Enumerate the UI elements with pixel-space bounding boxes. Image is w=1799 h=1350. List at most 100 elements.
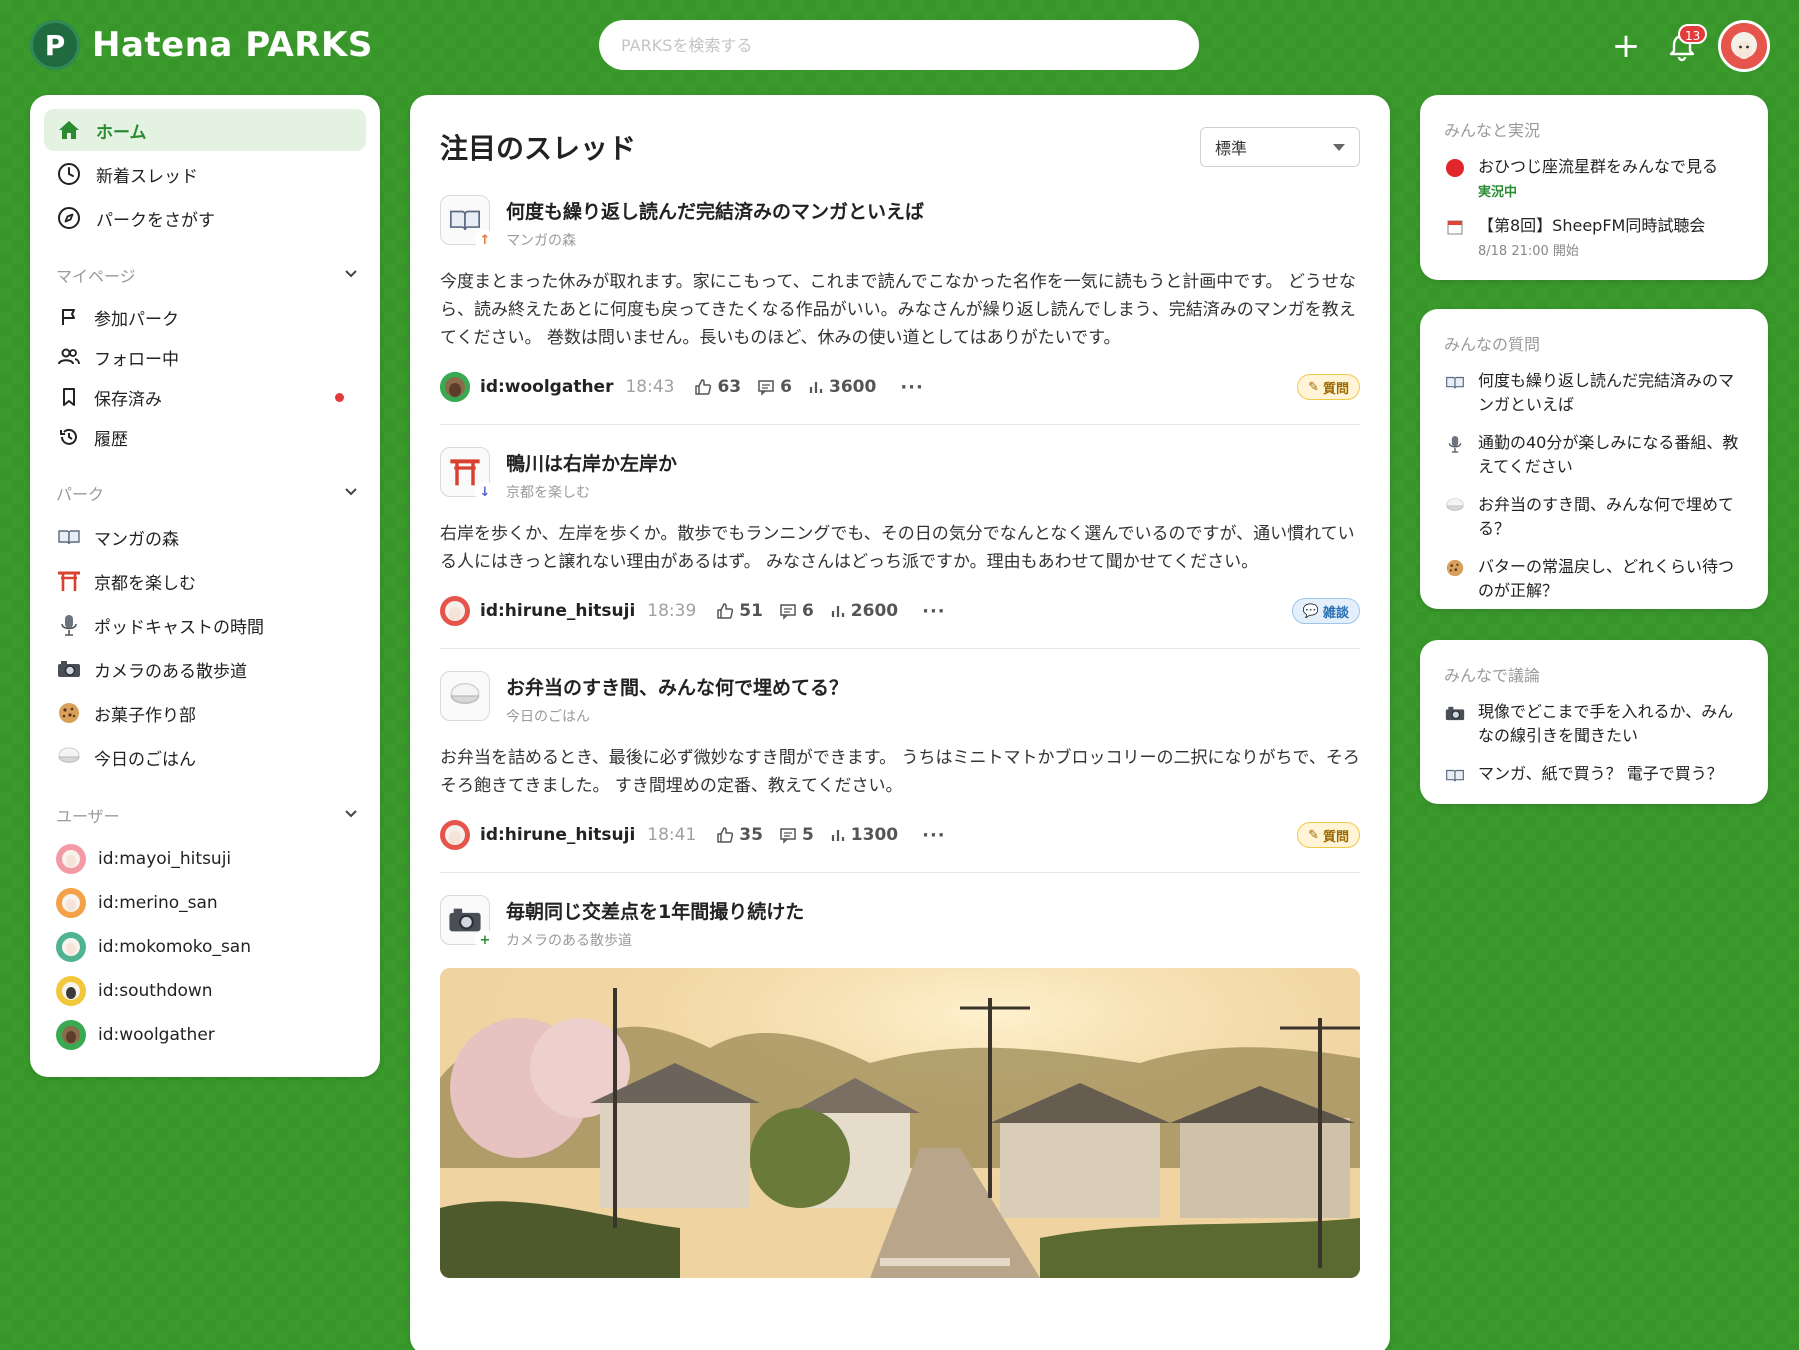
more-options-icon[interactable]: ··· (922, 825, 946, 846)
thread-title[interactable]: お弁当のすき間、みんな何で埋めてる？ (506, 673, 848, 700)
sidebar-item-park[interactable]: ポッドキャストの時間 (44, 603, 366, 647)
thread-time: 18:43 (625, 377, 675, 397)
like-button[interactable]: 63 (694, 377, 741, 397)
sidebar-item-joined-parks[interactable]: 参加パーク (44, 297, 366, 337)
tag-badge[interactable]: ✎ 質問 (1297, 374, 1360, 400)
thread-title[interactable]: 鴨川は右岸か左岸か (506, 449, 677, 476)
sidebar-item-park[interactable]: お菓子作り部 (44, 691, 366, 735)
sidebar-item-following[interactable]: フォロー中 (44, 337, 366, 377)
nav-new-threads[interactable]: 新着スレッド (44, 153, 366, 195)
search-input[interactable] (599, 20, 1199, 70)
tag-label: 質問 (1322, 381, 1349, 397)
sidebar-item-history[interactable]: 履歴 (44, 417, 366, 457)
sidebar-item-user[interactable]: id:southdown (44, 969, 366, 1013)
live-item-title: 【第8回】SheepFM同時試聴会 (1478, 216, 1706, 235)
bar-chart-icon (831, 606, 844, 617)
sidebar-item-park[interactable]: 今日のごはん (44, 735, 366, 779)
sort-value: 標準 (1215, 139, 1248, 158)
thread-title[interactable]: 毎朝同じ交差点を1年間撮り続けた (506, 897, 804, 924)
thread-item[interactable]: + 毎朝同じ交差点を1年間撮り続けた カメラのある散歩道 (440, 895, 1360, 1300)
sidebar-item-user[interactable]: id:mayoi_hitsuji (44, 837, 366, 881)
section-mypage-toggle[interactable]: マイページ (56, 261, 358, 289)
section-parks-toggle[interactable]: パーク (56, 479, 358, 507)
view-count: 3600 (828, 377, 877, 397)
sidebar-item-user[interactable]: id:mokomoko_san (44, 925, 366, 969)
thread-photo[interactable] (440, 968, 1360, 1278)
avatar[interactable] (440, 372, 470, 402)
comment-count: 6 (801, 601, 814, 621)
thread-item[interactable]: ↑ 何度も繰り返し読んだ完結済みのマンガといえば マンガの森 今度まとまった休み… (440, 195, 1360, 425)
sidebar-item-label: 保存済み (94, 389, 162, 410)
discussion-item[interactable]: 現像でどこまで手を入れるか、みんなの線引きを聞きたい (1444, 700, 1744, 748)
comment-count-stat: 6 (779, 601, 814, 621)
comment-count-stat: 5 (779, 825, 814, 845)
like-button[interactable]: 35 (716, 825, 763, 845)
comment-count: 5 (801, 825, 814, 845)
more-options-icon[interactable]: ··· (922, 601, 946, 622)
notification-badge: 13 (1678, 24, 1708, 44)
arrow-up-icon: ↑ (475, 230, 495, 250)
sidebar-item-park[interactable]: マンガの森 (44, 515, 366, 559)
question-title: 通勤の40分が楽しみになる番組、教えてください (1478, 433, 1739, 476)
book-icon (1444, 371, 1466, 393)
thread-title[interactable]: 何度も繰り返し読んだ完結済みのマンガといえば (506, 197, 924, 224)
panel-title: みんなの質問 (1444, 335, 1541, 354)
discussion-item[interactable]: マンガ、紙で買う？ 電子で買う？ (1444, 762, 1744, 786)
avatar[interactable] (440, 596, 470, 626)
sidebar-item-user[interactable]: id:woolgather (44, 1013, 366, 1057)
avatar[interactable] (440, 820, 470, 850)
sidebar-item-saved[interactable]: 保存済み (44, 377, 366, 417)
sidebar-item-user[interactable]: id:merino_san (44, 881, 366, 925)
nav-find-parks[interactable]: パークをさがす (44, 197, 366, 239)
section-users-toggle[interactable]: ユーザー (56, 801, 358, 829)
history-icon (56, 424, 82, 450)
thread-item[interactable]: お弁当のすき間、みんな何で埋めてる？ 今日のごはん お弁当を詰めるとき、最後に必… (440, 671, 1360, 873)
sidebar-item-label: 今日のごはん (94, 749, 196, 770)
thread-author[interactable]: id:hirune_hitsuji (480, 825, 635, 845)
sort-dropdown[interactable]: 標準 (1200, 127, 1360, 167)
tag-badge[interactable]: ✎ 質問 (1297, 822, 1360, 848)
sidebar-item-label: お菓子作り部 (94, 705, 196, 726)
thread-park[interactable]: マンガの森 (506, 230, 924, 250)
plus-icon[interactable]: + (1606, 26, 1646, 66)
tag-badge[interactable]: 💬 雑談 (1291, 598, 1360, 624)
cookie-icon (56, 700, 82, 726)
discussion-title: マンガ、紙で買う？ 電子で買う？ (1478, 764, 1723, 783)
question-item[interactable]: お弁当のすき間、みんな何で埋めてる？ (1444, 493, 1744, 541)
question-item[interactable]: バターの常温戻し、どれくらい待つのが正解？ (1444, 555, 1744, 603)
plus-icon: + (475, 930, 495, 950)
view-count-stat: 2600 (830, 601, 898, 621)
flag-icon (56, 304, 82, 330)
comment-icon (758, 380, 774, 396)
thread-park[interactable]: 京都を楽しむ (506, 482, 677, 502)
question-item[interactable]: 通勤の40分が楽しみになる番組、教えてください (1444, 431, 1744, 479)
sidebar-item-label: フォロー中 (94, 349, 179, 370)
thread-author[interactable]: id:woolgather (480, 377, 613, 397)
live-item[interactable]: 【第8回】SheepFM同時試聴会 8/18 21:00 開始 (1444, 214, 1744, 259)
nav-home[interactable]: ホーム (44, 109, 366, 151)
question-item[interactable]: 何度も繰り返し読んだ完結済みのマンガといえば (1444, 369, 1744, 417)
avatar (56, 888, 86, 918)
nav-label: パークをさがす (96, 210, 215, 231)
thread-body: 今度まとまった休みが取れます。家にこもって、これまで読んでこなかった名作を一気に… (440, 272, 1356, 348)
sidebar-item-label: id:woolgather (98, 1025, 215, 1045)
sidebar-item-label: id:mayoi_hitsuji (98, 849, 232, 869)
thread-park[interactable]: カメラのある散歩道 (506, 930, 804, 950)
panel-title: みんなと実況 (1444, 121, 1541, 140)
thread-item[interactable]: ↓ 鴨川は右岸か左岸か 京都を楽しむ 右岸を歩くか、左岸を歩くか。散歩でもランニ… (440, 447, 1360, 649)
thread-author[interactable]: id:hirune_hitsuji (480, 601, 635, 621)
thread-park[interactable]: 今日のごはん (506, 706, 848, 726)
sidebar-item-park[interactable]: カメラのある散歩道 (44, 647, 366, 691)
view-count-stat: 1300 (830, 825, 898, 845)
more-options-icon[interactable]: ··· (900, 377, 924, 398)
view-count: 2600 (850, 601, 899, 621)
app-name: Hatena PARKS (92, 25, 373, 65)
sidebar-item-park[interactable]: 京都を楽しむ (44, 559, 366, 603)
rice-bowl-icon (1444, 495, 1466, 517)
nav-label: ホーム (96, 122, 147, 143)
app-logo[interactable]: P Hatena PARKS (30, 20, 373, 70)
live-item[interactable]: おひつじ座流星群をみんなで見る 実況中 (1444, 155, 1744, 200)
like-button[interactable]: 51 (716, 601, 763, 621)
user-avatar[interactable] (1718, 20, 1770, 72)
camera-icon (56, 656, 82, 682)
